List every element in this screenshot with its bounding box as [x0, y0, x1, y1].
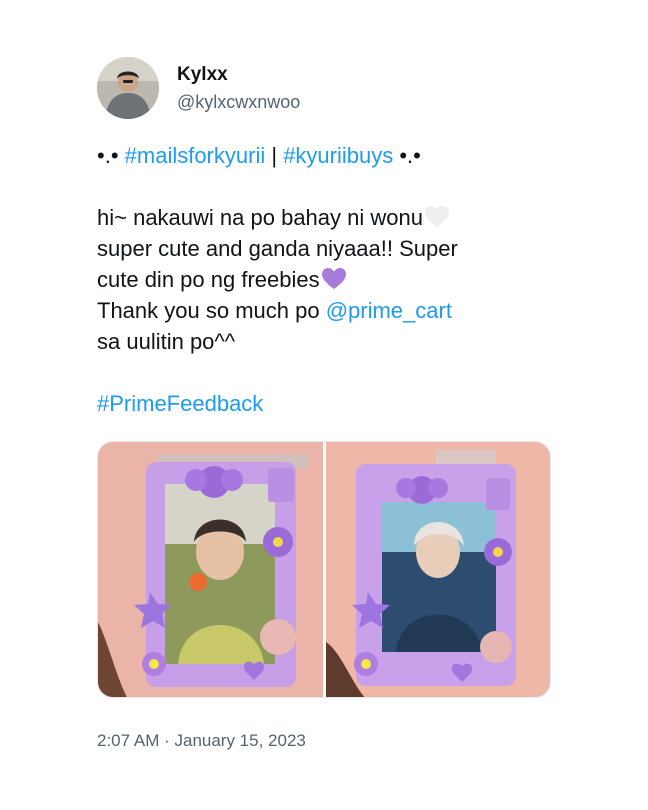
tweet-line-6: sa uulitin po^^ [97, 329, 236, 354]
mention-prime-cart[interactable]: @prime_cart [326, 298, 452, 323]
tweet-meta: 2:07 AM · January 15, 2023 [97, 731, 306, 751]
hashtag-primefeedback[interactable]: #PrimeFeedback [97, 391, 263, 416]
tweet-line-2: hi~ nakauwi na po bahay ni wonu [97, 202, 557, 233]
tweet-line-prefix: •.• [97, 143, 125, 168]
tweet-line-3: super cute and ganda niyaaa!! Super [97, 236, 458, 261]
photo-2-image [326, 442, 550, 697]
media-grid [97, 441, 551, 698]
author-handle[interactable]: @kylxcwxnwoo [177, 92, 300, 113]
tweet-line-4: cute din po ng freebies [97, 264, 557, 295]
author-name[interactable]: Kylxx [177, 64, 228, 86]
tweet-hashtag-line: #PrimeFeedback [97, 388, 557, 419]
photo-1-image [98, 442, 323, 697]
tweet-date[interactable]: January 15, 2023 [174, 731, 305, 750]
tweet-text: •.• #mailsforkyurii | #kyuriibuys •.• hi… [97, 140, 557, 419]
avatar[interactable] [97, 57, 159, 119]
meta-separator: · [159, 731, 175, 750]
tweet-card: Kylxx @kylxcwxnwoo •.• #mailsforkyurii |… [0, 0, 648, 810]
avatar-image [97, 57, 159, 119]
tweet-time[interactable]: 2:07 AM [97, 731, 159, 750]
hashtag-mailsforkyurii[interactable]: #mailsforkyurii [125, 143, 266, 168]
tweet-line-5-text: Thank you so much po [97, 298, 326, 323]
tweet-line-2-text: hi~ nakauwi na po bahay ni wonu [97, 205, 423, 230]
hashtag-kyuriibuys[interactable]: #kyuriibuys [283, 143, 393, 168]
tweet-line-4-text: cute din po ng freebies [97, 267, 320, 292]
tweet-line-separator: | [265, 143, 284, 168]
tweet-header: Kylxx @kylxcwxnwoo [97, 57, 557, 121]
purple-heart-emoji-icon [321, 268, 346, 289]
tweet-line-suffix: •.• [393, 143, 421, 168]
photo-1[interactable] [98, 442, 323, 697]
tweet-line-5: Thank you so much po @prime_cart [97, 295, 557, 326]
photo-2[interactable] [326, 442, 550, 697]
white-heart-emoji-icon [424, 206, 449, 227]
tweet-blank-line-2 [97, 357, 557, 388]
tweet-line-1: •.• #mailsforkyurii | #kyuriibuys •.• [97, 140, 557, 171]
